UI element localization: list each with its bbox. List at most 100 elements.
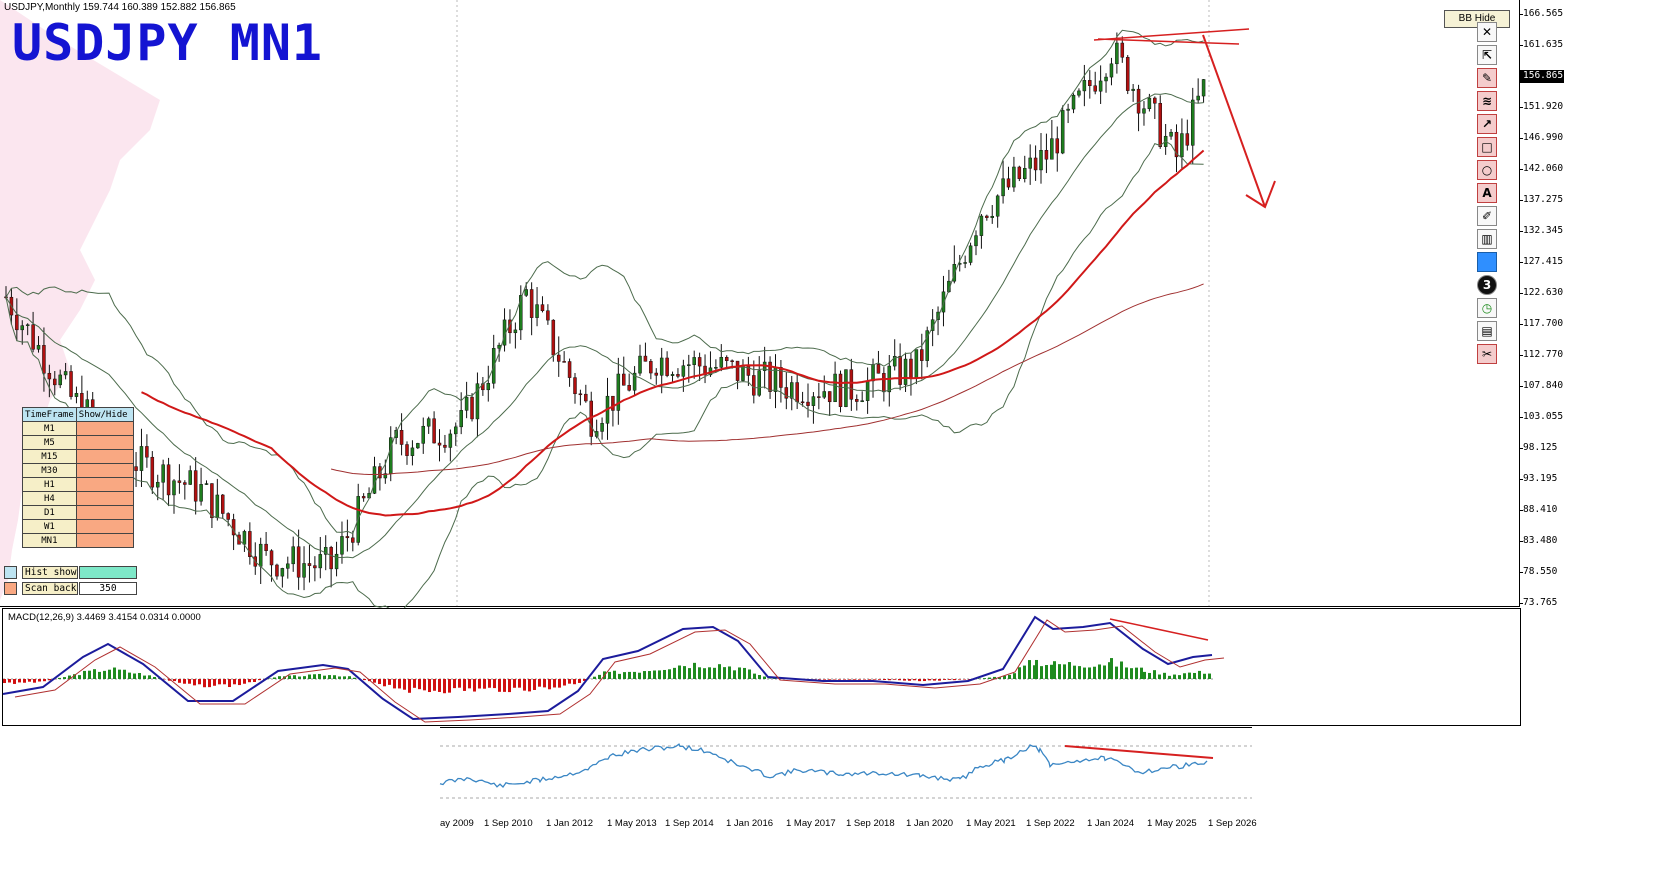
macd-histogram-bar: [653, 670, 656, 679]
macd-histogram-bar: [1120, 661, 1123, 679]
candle-body: [172, 480, 176, 496]
macd-histogram-bar: [403, 679, 406, 690]
candle-body: [1001, 178, 1005, 197]
hist-show-toggle[interactable]: [79, 566, 137, 579]
candle-body: [1180, 133, 1184, 158]
date-tick-label: 1 Sep 2010: [484, 818, 533, 829]
macd-histogram-bar: [28, 679, 31, 682]
macd-histogram-bar: [818, 679, 821, 680]
scan-back-label: Scan back: [22, 582, 78, 595]
scan-back-value[interactable]: 350: [79, 582, 137, 595]
candle-body: [855, 399, 859, 402]
candle-body: [340, 536, 344, 555]
macd-histogram-bar: [883, 679, 886, 681]
macd-histogram-bar: [633, 671, 636, 679]
macd-histogram-bar: [848, 679, 851, 680]
ellipse-icon[interactable]: ○: [1477, 160, 1497, 180]
price-tick-mark: [1520, 14, 1523, 15]
macd-histogram-bar: [378, 679, 381, 685]
macd-histogram-bar: [243, 679, 246, 684]
tf-row-toggle[interactable]: [75, 477, 134, 492]
macd-histogram-bar: [223, 679, 226, 685]
tf-row-toggle[interactable]: [75, 449, 134, 464]
candle-body: [643, 355, 648, 362]
candle-body: [470, 396, 474, 420]
macd-histogram-bar: [478, 679, 481, 689]
cursor-icon[interactable]: ⇱: [1477, 45, 1497, 65]
text-icon[interactable]: A: [1477, 183, 1497, 203]
macd-histogram-bar: [278, 676, 281, 679]
candle-body: [258, 543, 263, 567]
candle-body: [1201, 79, 1206, 97]
macd-histogram-bar: [893, 679, 896, 680]
candle-body: [757, 370, 761, 396]
candle-body: [1028, 157, 1032, 169]
count-icon[interactable]: 3: [1477, 275, 1497, 295]
macd-pane[interactable]: [2, 608, 1521, 726]
candle-body: [1115, 42, 1119, 65]
candle-body: [1050, 138, 1054, 160]
tf-row-toggle[interactable]: [75, 463, 134, 478]
screenshot-icon[interactable]: ▤: [1477, 321, 1497, 341]
clock-icon[interactable]: ◷: [1477, 298, 1497, 318]
candle-body: [139, 446, 144, 471]
hist-toggle-icon[interactable]: [4, 566, 17, 579]
candle-body: [898, 355, 902, 385]
close-icon[interactable]: ✕: [1477, 22, 1497, 42]
tf-row-toggle[interactable]: [75, 421, 134, 436]
price-tick-mark: [1520, 45, 1523, 46]
rectangle-icon[interactable]: □: [1477, 137, 1497, 157]
price-tick-mark: [1520, 138, 1523, 139]
macd-histogram-bar: [853, 679, 856, 680]
macd-histogram-bar: [643, 671, 646, 679]
price-chart-pane[interactable]: [0, 0, 1520, 613]
tf-row-toggle[interactable]: [75, 491, 134, 506]
macd-histogram-bar: [323, 675, 326, 679]
candle-body: [611, 395, 615, 411]
tf-row-toggle[interactable]: [75, 505, 134, 520]
paint-icon[interactable]: ✐: [1477, 206, 1497, 226]
macd-histogram-bar: [398, 679, 401, 689]
macd-histogram-bar: [953, 679, 956, 681]
arrow-line-icon[interactable]: ↗: [1477, 114, 1497, 134]
candle-body: [746, 365, 751, 376]
candle-body: [486, 383, 491, 391]
pencil-icon[interactable]: ✎: [1477, 68, 1497, 88]
trash-icon[interactable]: ▥: [1477, 229, 1497, 249]
tf-row-toggle[interactable]: [75, 435, 134, 450]
macd-histogram-bar: [273, 677, 276, 679]
tf-row-toggle[interactable]: [75, 533, 134, 548]
scissors-icon[interactable]: ✂: [1477, 344, 1497, 364]
macd-histogram-bar: [728, 666, 731, 679]
macd-histogram-bar: [353, 677, 356, 679]
candle-body: [166, 464, 171, 496]
tf-row-toggle[interactable]: [75, 519, 134, 534]
macd-histogram-bar: [873, 679, 876, 680]
candle-body: [296, 546, 301, 578]
macd-histogram-bar: [1013, 673, 1016, 679]
scan-back-icon[interactable]: [4, 582, 17, 595]
macd-histogram-bar: [918, 679, 921, 682]
color-swatch-icon[interactable]: [1477, 252, 1497, 272]
price-tick-mark: [1520, 510, 1523, 511]
macd-histogram-bar: [523, 679, 526, 691]
macd-histogram-bar: [58, 677, 61, 679]
candle-body: [540, 304, 545, 312]
macd-histogram-bar: [393, 679, 396, 689]
candle-body: [995, 195, 1000, 217]
fibonacci-icon[interactable]: ≋: [1477, 91, 1497, 111]
candle-body: [551, 319, 556, 356]
candle-body: [42, 345, 46, 374]
candle-body: [817, 396, 821, 398]
candle-body: [811, 396, 816, 406]
macd-histogram-bar: [1183, 673, 1186, 679]
candle-body: [1109, 63, 1114, 78]
tf-header-timeframe: TimeFrame: [22, 407, 77, 422]
trend-line: [1097, 38, 1240, 45]
date-tick-label: 1 May 2025: [1147, 818, 1197, 829]
candle-body: [800, 401, 805, 404]
candle-body: [860, 400, 864, 402]
macd-histogram-bar: [713, 667, 716, 679]
candle-body: [345, 536, 350, 539]
candle-body: [649, 361, 653, 374]
